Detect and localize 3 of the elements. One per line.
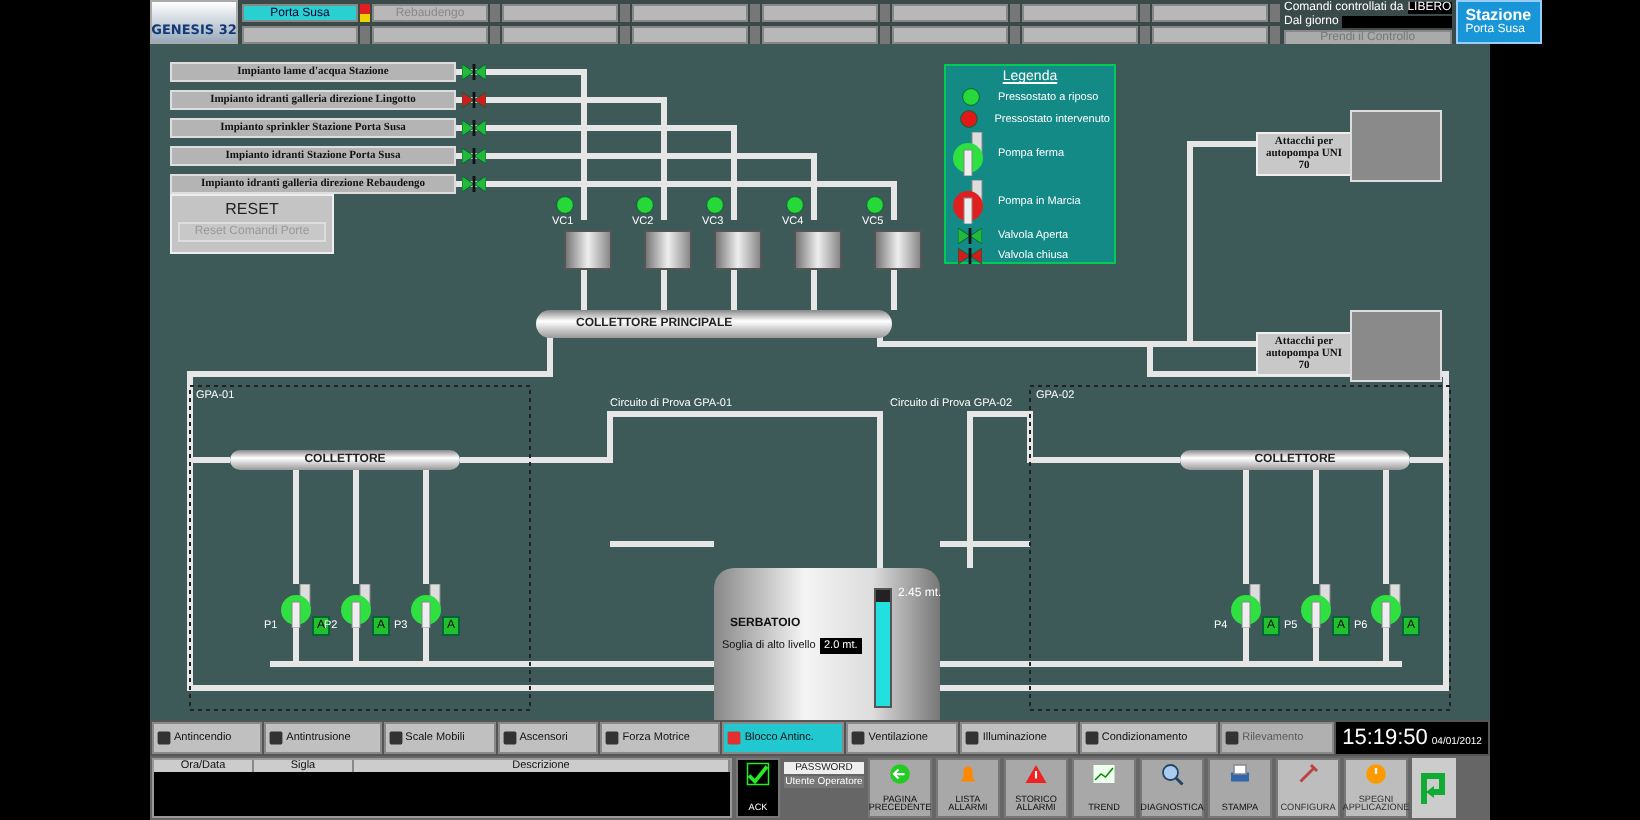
station-title: Stazione — [1465, 6, 1532, 24]
clock-time: 15:19:50 — [1342, 726, 1428, 750]
reset-title: RESET — [225, 200, 279, 218]
